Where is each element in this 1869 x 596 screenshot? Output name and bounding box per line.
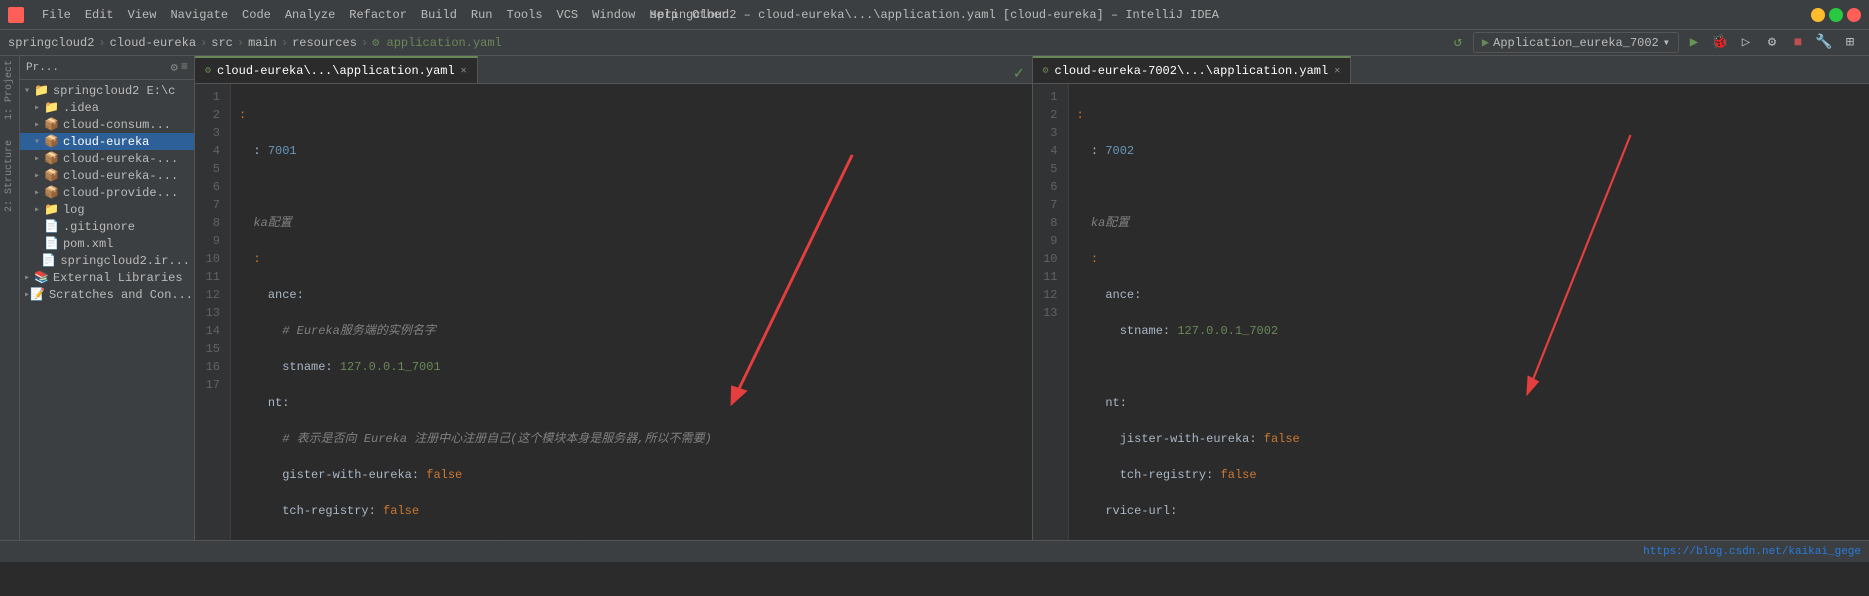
menu-bar[interactable]: File Edit View Navigate Code Analyze Ref…	[36, 6, 734, 24]
tree-item-external-libs[interactable]: ▸ 📚 External Libraries	[20, 269, 194, 286]
menu-tools[interactable]: Tools	[501, 6, 549, 24]
tree-item-cloud-consum[interactable]: ▸ 📦 cloud-consum...	[20, 116, 194, 133]
menu-file[interactable]: File	[36, 6, 77, 24]
minimize-button[interactable]	[1811, 8, 1825, 22]
blog-url[interactable]: https://blog.csdn.net/kaikai_gege	[1643, 546, 1861, 558]
left-pane-tabs: ⚙ cloud-eureka\...\application.yaml ✕ ✓	[195, 56, 1032, 84]
tree-item-scratches[interactable]: ▸ 📝 Scratches and Con...	[20, 286, 194, 303]
project-tree: ▾ 📁 springcloud2 E:\c ▸ 📁 .idea ▸ 📦 clou…	[20, 80, 194, 540]
menu-vcs[interactable]: VCS	[551, 6, 585, 24]
panel-icon-gear[interactable]: ⚙	[171, 60, 178, 75]
top-right-toolbar: ↺ ▶ Application_eureka_7002 ▾ ▶ 🐞 ▷ ⚙ ■ …	[1447, 32, 1861, 54]
left-code-area[interactable]: 12345 678910 1112131415 1617 : : 7001 ka…	[195, 84, 1032, 540]
close-button[interactable]	[1847, 8, 1861, 22]
project-panel-title: Pr...	[26, 62, 59, 74]
app-icon	[8, 7, 24, 23]
tree-item-cloud-eureka-3[interactable]: ▸ 📦 cloud-eureka-...	[20, 167, 194, 184]
menu-view[interactable]: View	[122, 6, 163, 24]
menu-navigate[interactable]: Navigate	[164, 6, 234, 24]
tree-item-idea[interactable]: ▸ 📁 .idea	[20, 99, 194, 116]
status-bar: https://blog.csdn.net/kaikai_gege	[0, 540, 1869, 562]
menu-window[interactable]: Window	[586, 6, 641, 24]
right-tab-yaml[interactable]: ⚙ cloud-eureka-7002\...\application.yaml…	[1033, 56, 1352, 83]
run-button[interactable]: ▶	[1683, 32, 1705, 54]
breadcrumb-cloud-eureka[interactable]: cloud-eureka	[110, 36, 196, 50]
breadcrumb-yaml[interactable]: ⚙ application.yaml	[372, 35, 502, 50]
maximize-button[interactable]	[1829, 8, 1843, 22]
tree-item-cloud-provide[interactable]: ▸ 📦 cloud-provide...	[20, 184, 194, 201]
tree-item-iml[interactable]: 📄 springcloud2.ir...	[20, 252, 194, 269]
right-editor-pane: ⚙ cloud-eureka-7002\...\application.yaml…	[1032, 56, 1869, 540]
left-tab-yaml[interactable]: ⚙ cloud-eureka\...\application.yaml ✕	[195, 56, 478, 83]
menu-run[interactable]: Run	[465, 6, 499, 24]
tree-item-cloud-eureka-2[interactable]: ▸ 📦 cloud-eureka-...	[20, 150, 194, 167]
coverage-button[interactable]: ▷	[1735, 32, 1757, 54]
stop-button[interactable]: ■	[1787, 32, 1809, 54]
breadcrumb-springcloud2[interactable]: springcloud2	[8, 36, 94, 50]
editors-split: ⚙ cloud-eureka\...\application.yaml ✕ ✓ …	[195, 56, 1869, 540]
menu-build[interactable]: Build	[415, 6, 463, 24]
checkmark-icon: ✓	[1014, 63, 1024, 83]
project-panel: Pr... ⚙ ≡ ▾ 📁 springcloud2 E:\c ▸ 📁 .ide…	[20, 56, 195, 540]
breadcrumb: springcloud2 › cloud-eureka › src › main…	[0, 30, 1869, 56]
debug-button[interactable]: 🐞	[1709, 32, 1731, 54]
menu-edit[interactable]: Edit	[79, 6, 120, 24]
left-line-numbers: 12345 678910 1112131415 1617	[195, 84, 231, 540]
right-tab-label: cloud-eureka-7002\...\application.yaml	[1055, 64, 1329, 78]
right-tab-close[interactable]: ✕	[1334, 65, 1340, 77]
window-controls	[1811, 8, 1861, 22]
menu-code[interactable]: Code	[236, 6, 277, 24]
right-code-area[interactable]: 12345 678910 111213 : : 7002 ka配置 : ance…	[1033, 84, 1869, 540]
right-code-content[interactable]: : : 7002 ka配置 : ance: stname: 127.0.0.1_…	[1069, 84, 1869, 540]
run-config-label: Application_eureka_7002	[1493, 36, 1659, 50]
dropdown-icon[interactable]: ▾	[1663, 35, 1670, 50]
breadcrumb-resources[interactable]: resources	[292, 36, 357, 50]
expand-icon[interactable]: ⊞	[1839, 32, 1861, 54]
sync-icon[interactable]: ↺	[1447, 32, 1469, 54]
panel-icon-settings2[interactable]: ≡	[181, 60, 188, 75]
left-code-content[interactable]: : : 7001 ka配置 : ance: # Eureka服务端的实例名字 s…	[231, 84, 1032, 540]
tree-item-gitignore[interactable]: 📄 .gitignore	[20, 218, 194, 235]
menu-analyze[interactable]: Analyze	[279, 6, 341, 24]
project-panel-label[interactable]: 1: Project	[4, 60, 15, 120]
menu-bar-container: File Edit View Navigate Code Analyze Ref…	[8, 6, 734, 24]
panel-header-icons: ⚙ ≡	[171, 60, 188, 75]
tree-item-pom[interactable]: 📄 pom.xml	[20, 235, 194, 252]
left-tab-label: cloud-eureka\...\application.yaml	[217, 64, 455, 78]
structure-panel-label[interactable]: 2: Structure	[4, 140, 15, 212]
left-editor-pane: ⚙ cloud-eureka\...\application.yaml ✕ ✓ …	[195, 56, 1032, 540]
side-panel-labels: 1: Project 2: Structure	[0, 56, 20, 540]
right-pane-tabs: ⚙ cloud-eureka-7002\...\application.yaml…	[1033, 56, 1869, 84]
breadcrumb-src[interactable]: src	[211, 36, 233, 50]
window-title: springcloud2 – cloud-eureka\...\applicat…	[650, 8, 1219, 22]
settings-icon[interactable]: ⚙	[1761, 32, 1783, 54]
tools-icon[interactable]: 🔧	[1813, 32, 1835, 54]
menu-refactor[interactable]: Refactor	[343, 6, 413, 24]
run-config-selector[interactable]: ▶ Application_eureka_7002 ▾	[1473, 32, 1679, 53]
project-panel-header: Pr... ⚙ ≡	[20, 56, 194, 80]
editor-area: ⚙ cloud-eureka\...\application.yaml ✕ ✓ …	[195, 56, 1869, 540]
tree-item-log[interactable]: ▸ 📁 log	[20, 201, 194, 218]
left-tab-close[interactable]: ✕	[461, 65, 467, 77]
tree-item-cloud-eureka[interactable]: ▾ 📦 cloud-eureka	[20, 133, 194, 150]
breadcrumb-main[interactable]: main	[248, 36, 277, 50]
tree-item-springcloud2[interactable]: ▾ 📁 springcloud2 E:\c	[20, 82, 194, 99]
right-line-numbers: 12345 678910 111213	[1033, 84, 1069, 540]
title-bar: File Edit View Navigate Code Analyze Ref…	[0, 0, 1869, 30]
main-area: 1: Project 2: Structure Pr... ⚙ ≡ ▾ 📁 sp…	[0, 56, 1869, 540]
